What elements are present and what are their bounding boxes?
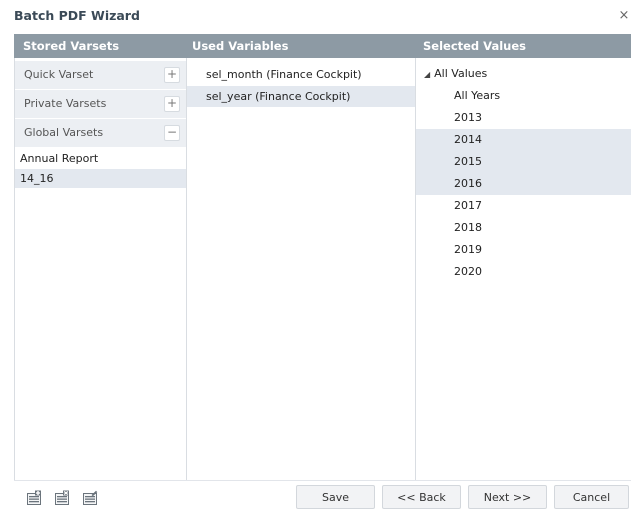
varset-item-annual-report[interactable]: Annual Report	[15, 149, 186, 168]
value-item-all-years[interactable]: All Years	[416, 85, 631, 107]
value-item-2014[interactable]: 2014	[416, 129, 631, 151]
variable-item-sel-month[interactable]: sel_month (Finance Cockpit)	[187, 64, 415, 85]
varset-item-14-16[interactable]: 14_16	[15, 169, 186, 188]
accordion-label: Quick Varset	[24, 68, 94, 81]
value-item-2015[interactable]: 2015	[416, 151, 631, 173]
edit-varset-icon[interactable]	[82, 490, 98, 506]
value-item-2018[interactable]: 2018	[416, 217, 631, 239]
expand-icon[interactable]: +	[164, 67, 180, 83]
header-selected-values-label: Selected Values	[423, 39, 526, 53]
dialog-title: Batch PDF Wizard	[14, 8, 140, 23]
expand-icon[interactable]: +	[164, 96, 180, 112]
value-item-2020[interactable]: 2020	[416, 261, 631, 283]
accordion-global-varsets[interactable]: Global Varsets −	[15, 119, 186, 148]
used-variables-panel: sel_month (Finance Cockpit) sel_year (Fi…	[186, 58, 416, 480]
header-stored-varsets-label: Stored Varsets	[23, 39, 120, 53]
delete-varset-icon[interactable]	[54, 490, 70, 506]
collapse-icon[interactable]: −	[164, 125, 180, 141]
next-button[interactable]: Next >>	[468, 485, 547, 509]
tree-node-all-values[interactable]: ◢ All Values	[416, 63, 631, 85]
header-used-variables: Used Variables	[186, 34, 415, 58]
tree-node-label: All Values	[434, 67, 488, 80]
header-used-variables-label: Used Variables	[192, 39, 289, 53]
accordion-label: Private Varsets	[24, 97, 107, 110]
title-bar: Batch PDF Wizard ×	[0, 0, 631, 34]
accordion-label: Global Varsets	[24, 126, 104, 139]
accordion-private-varsets[interactable]: Private Varsets +	[15, 90, 186, 119]
accordion-quick-varset[interactable]: Quick Varset +	[15, 61, 186, 90]
value-item-2016[interactable]: 2016	[416, 173, 631, 195]
tree-expanded-icon[interactable]: ◢	[424, 70, 430, 79]
value-item-2017[interactable]: 2017	[416, 195, 631, 217]
dialog-footer: Save << Back Next >> Cancel	[14, 480, 631, 513]
batch-pdf-wizard-dialog: Batch PDF Wizard × Stored Varsets Used V…	[0, 0, 631, 512]
value-item-2013[interactable]: 2013	[416, 107, 631, 129]
stored-varsets-panel: Quick Varset + Private Varsets + Global …	[14, 58, 187, 480]
header-stored-varsets: Stored Varsets	[14, 34, 186, 58]
value-item-2019[interactable]: 2019	[416, 239, 631, 261]
close-icon[interactable]: ×	[617, 8, 631, 24]
add-varset-icon[interactable]	[26, 490, 42, 506]
header-selected-values: Selected Values	[415, 34, 631, 58]
cancel-button[interactable]: Cancel	[554, 485, 629, 509]
selected-values-panel: ◢ All Values All Years 2013 2014 2015 201…	[415, 58, 631, 480]
back-button[interactable]: << Back	[382, 485, 461, 509]
save-button[interactable]: Save	[296, 485, 375, 509]
variable-item-sel-year[interactable]: sel_year (Finance Cockpit)	[187, 86, 415, 107]
